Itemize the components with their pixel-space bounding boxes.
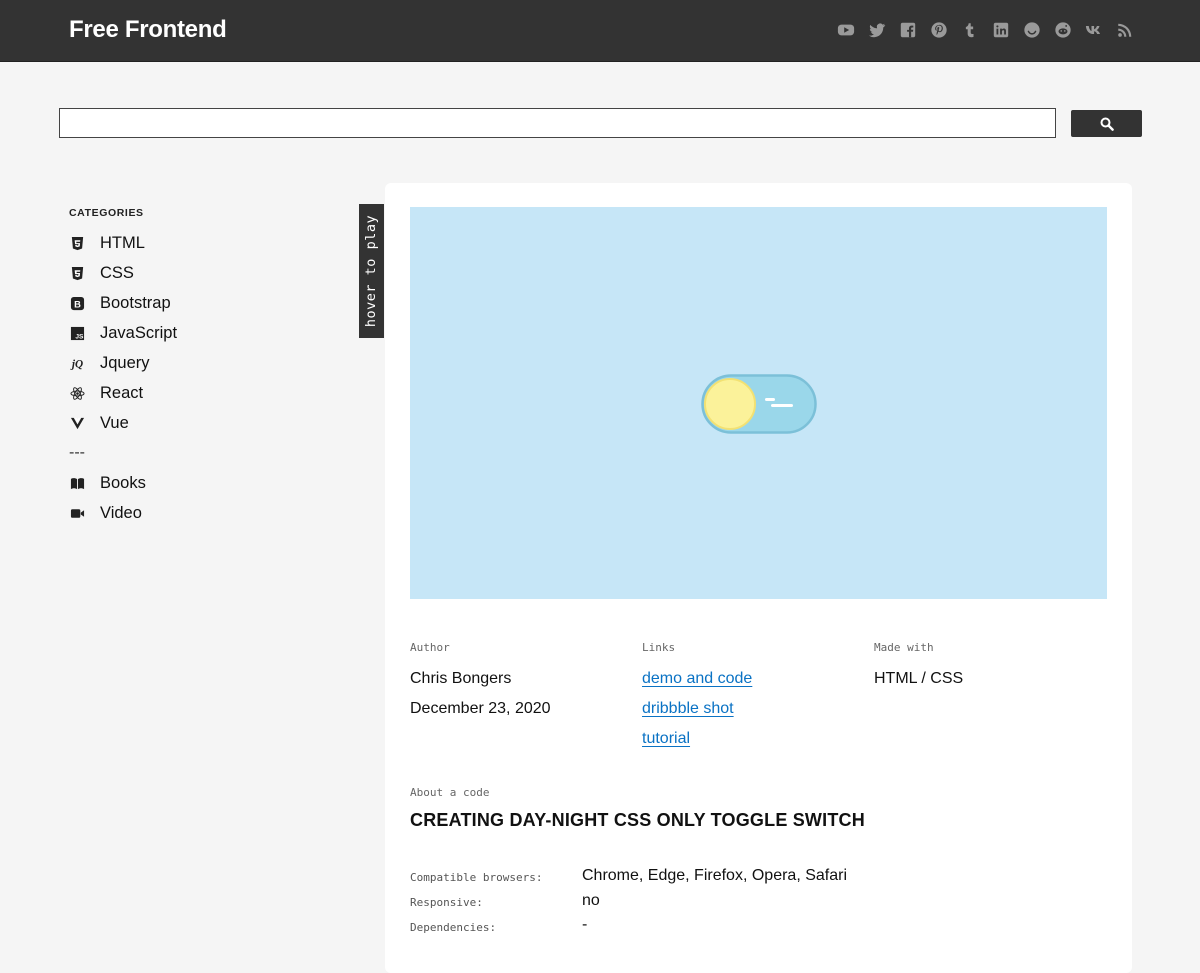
sidebar-item-label: Bootstrap	[100, 293, 171, 312]
css3-icon	[69, 265, 85, 281]
responsive-value: no	[582, 892, 600, 909]
browsers-label: Compatible browsers:	[410, 871, 543, 884]
about-label: About a code	[410, 786, 490, 799]
categories-heading: CATEGORIES	[69, 207, 144, 219]
sidebar-item-react[interactable]: React	[69, 378, 319, 408]
svg-text:JS: JS	[75, 333, 84, 340]
javascript-icon: JS	[69, 325, 85, 341]
site-logo[interactable]: Free Frontend	[69, 16, 227, 44]
made-with-value: HTML / CSS	[874, 670, 964, 687]
sidebar-item-vue[interactable]: Vue	[69, 408, 319, 438]
twitter-icon[interactable]	[868, 21, 886, 39]
html5-icon	[69, 235, 85, 251]
rss-icon[interactable]	[1116, 21, 1134, 39]
svg-text:B: B	[74, 299, 81, 309]
publish-date: December 23, 2020	[410, 700, 551, 717]
author-name: Chris Bongers	[410, 670, 512, 687]
search-icon	[1100, 117, 1114, 131]
sidebar-item-label: JavaScript	[100, 323, 178, 342]
tutorial-link[interactable]: tutorial	[642, 730, 690, 748]
sidebar-item-javascript[interactable]: JS JavaScript	[69, 318, 319, 348]
bootstrap-icon: B	[69, 295, 85, 311]
day-night-toggle[interactable]	[701, 374, 817, 436]
tumblr-icon[interactable]	[961, 21, 979, 39]
sidebar-item-bootstrap[interactable]: B Bootstrap	[69, 288, 319, 318]
sidebar-item-books[interactable]: Books	[69, 468, 319, 498]
social-links	[837, 21, 1134, 39]
sidebar-item-label: CSS	[100, 263, 134, 282]
youtube-icon[interactable]	[837, 21, 855, 39]
sidebar-item-label: React	[100, 383, 144, 402]
dribbble-shot-link[interactable]: dribbble shot	[642, 700, 734, 718]
jquery-icon: jQ	[69, 355, 85, 371]
sidebar-item-css[interactable]: CSS	[69, 258, 319, 288]
sidebar-item-html[interactable]: HTML	[69, 228, 319, 258]
video-icon	[69, 505, 85, 521]
dependencies-label: Dependencies:	[410, 921, 497, 934]
author-label: Author	[410, 641, 450, 654]
sidebar-item-video[interactable]: Video	[69, 498, 319, 528]
top-bar: Free Frontend	[0, 0, 1200, 62]
smiley-icon[interactable]	[1023, 21, 1041, 39]
code-card: Author Chris Bongers December 23, 2020 L…	[385, 183, 1132, 973]
sidebar-item-label: Books	[100, 473, 146, 492]
vue-icon	[69, 415, 85, 431]
react-icon	[69, 385, 85, 401]
linkedin-icon[interactable]	[992, 21, 1010, 39]
demo-preview[interactable]	[410, 207, 1107, 599]
sidebar-item-label: Vue	[100, 413, 129, 432]
code-title: CREATING DAY-NIGHT CSS ONLY TOGGLE SWITC…	[410, 810, 865, 830]
hover-to-play-tab[interactable]: hover to play	[359, 204, 384, 338]
facebook-icon[interactable]	[899, 21, 917, 39]
reddit-icon[interactable]	[1054, 21, 1072, 39]
responsive-label: Responsive:	[410, 896, 483, 909]
sidebar-separator: ---	[69, 444, 85, 461]
book-icon	[69, 475, 85, 491]
sidebar-item-label: Video	[100, 503, 142, 522]
pinterest-icon[interactable]	[930, 21, 948, 39]
svg-text:jQ: jQ	[70, 358, 83, 370]
hover-to-play-label: hover to play	[363, 214, 380, 328]
made-with-label: Made with	[874, 641, 934, 654]
browsers-value: Chrome, Edge, Firefox, Opera, Safari	[582, 867, 847, 884]
sidebar-item-label: HTML	[100, 233, 145, 252]
vk-icon[interactable]	[1085, 21, 1103, 39]
links-label: Links	[642, 641, 676, 654]
demo-and-code-link[interactable]: demo and code	[642, 670, 752, 688]
search-input[interactable]	[59, 108, 1056, 138]
search-button[interactable]	[1071, 110, 1142, 137]
dependencies-value: -	[582, 916, 588, 933]
sidebar-item-jquery[interactable]: jQ Jquery	[69, 348, 319, 378]
categories-sidebar: CATEGORIES HTML CSS B Bootstrap JS JavaS…	[69, 207, 319, 528]
sidebar-item-label: Jquery	[100, 353, 150, 372]
